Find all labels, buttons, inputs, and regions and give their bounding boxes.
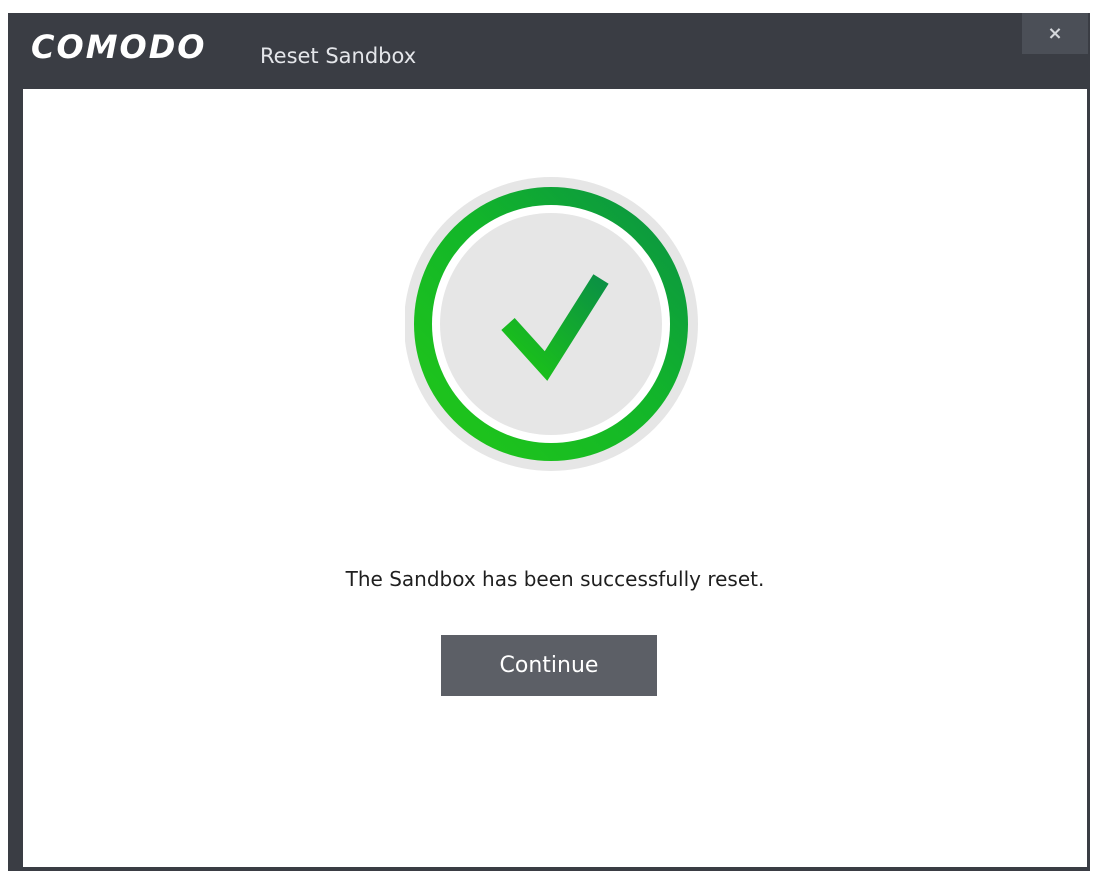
title-bar[interactable]: COMODO Reset Sandbox ×	[8, 13, 1090, 89]
continue-button[interactable]: Continue	[441, 635, 657, 696]
dialog-content: The Sandbox has been successfully reset.…	[23, 89, 1087, 867]
status-message: The Sandbox has been successfully reset.	[345, 567, 765, 591]
close-button[interactable]: ×	[1022, 13, 1088, 54]
reset-sandbox-dialog: COMODO Reset Sandbox × The Sandbox has b…	[8, 13, 1090, 871]
inner-disc	[440, 213, 662, 435]
comodo-logo: COMODO	[31, 28, 207, 66]
checkmark-success-icon	[404, 177, 698, 471]
window-title: Reset Sandbox	[260, 44, 417, 68]
close-icon: ×	[1047, 23, 1063, 44]
success-icon	[404, 177, 705, 481]
